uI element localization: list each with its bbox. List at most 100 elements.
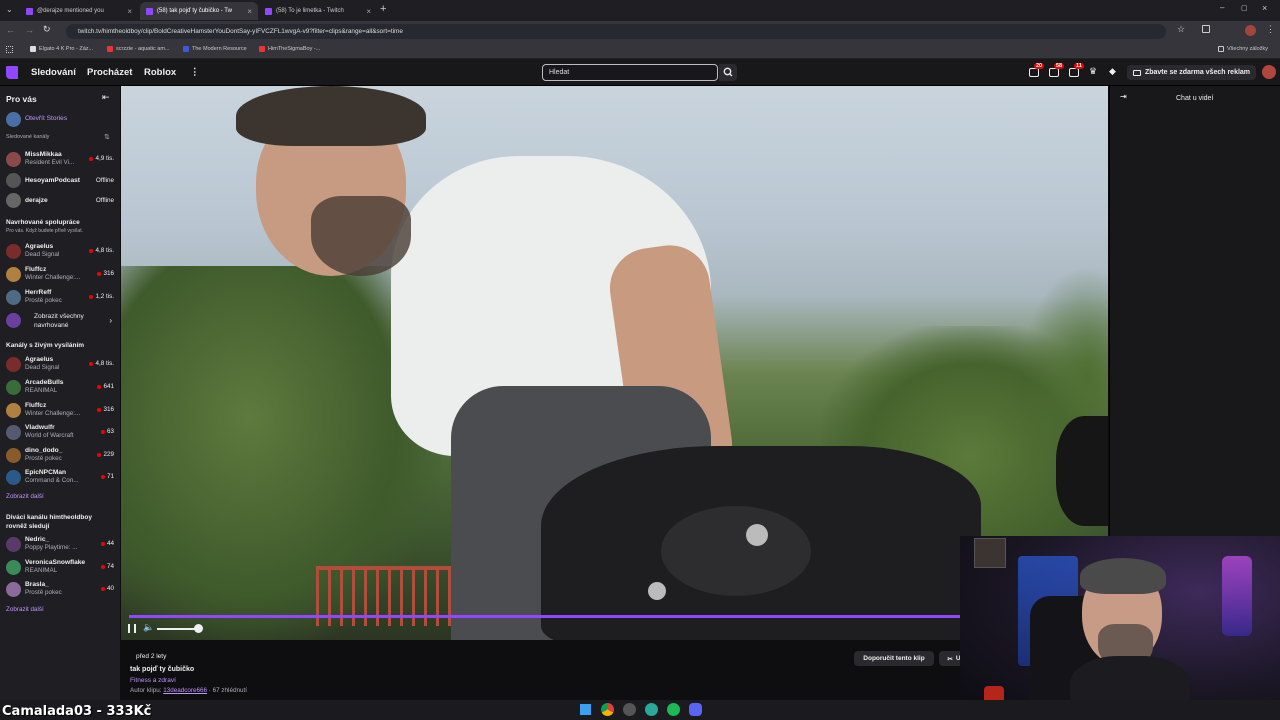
minimize-icon[interactable]: – [1220,3,1224,12]
back-icon[interactable]: ← [6,25,15,35]
sidebar-channel[interactable]: derajze Offline [0,190,120,212]
sidebar-channel[interactable]: ArcadeBulls REANIMAL 641 [0,377,120,399]
star-icon[interactable]: ☆ [1177,24,1185,35]
taskbar [0,700,1280,720]
recommend-clip-button[interactable]: Doporučit tento klip [854,651,934,666]
donation-overlay-text: Camalada03 - 333Kč [2,704,152,719]
avatar [6,112,21,127]
webcam-overlay [960,536,1280,720]
sidebar-channel[interactable]: VeronicaSnowflake REANIMAL 74 [0,557,120,579]
nav-roblox[interactable]: Roblox [144,67,176,78]
extensions-icon[interactable] [1202,25,1210,33]
channel-game: Prostě pokec [25,589,62,596]
new-tab-icon[interactable]: + [380,3,386,15]
clip-author-link[interactable]: 13deadcore666 [163,687,207,694]
twitch-logo-icon[interactable] [6,66,18,79]
viewer-count: 4,9 tis. [89,155,114,162]
sidebar-channel[interactable]: Fluffcz Winter Challenge:... 316 [0,400,120,422]
live-dot-icon [97,384,102,389]
stories-item[interactable]: Otevřít Stories [0,109,120,131]
url-input[interactable]: twitch.tv/himtheoldboy/clip/BoldCreative… [66,24,1166,39]
live-dot-icon [100,429,105,434]
sidebar-title: Pro vás [6,94,37,104]
viewer-count-label: 71 [106,473,114,480]
show-all-suggested[interactable]: Zobrazit všechny navrhované › [0,310,120,334]
live-dot-icon [97,407,102,412]
channel-name: dino_dodo_ [25,447,63,454]
viewer-count-label: 641 [103,383,114,390]
bookmark[interactable]: scrzzie - aquatic am... [107,46,170,52]
avatar[interactable] [1245,25,1256,36]
notifications-icon[interactable] [1069,68,1079,77]
discord-icon[interactable] [689,703,702,716]
prime-icon[interactable] [1029,68,1039,77]
window-close-icon[interactable]: × [1262,3,1267,13]
sidebar-channel[interactable]: Vladwulfr World of Warcraft 63 [0,422,120,444]
channel-game: Winter Challenge:... [25,410,81,417]
close-icon[interactable]: × [366,7,371,16]
app-icon[interactable] [623,703,636,716]
bookmark-label: HimTheSigmaBoy -... [268,46,321,52]
expand-icon[interactable]: ⇥ [1120,92,1127,101]
close-icon[interactable]: × [127,7,132,16]
forward-icon[interactable]: → [25,25,34,35]
nav-browse[interactable]: Procházet [87,67,132,78]
show-more-live[interactable]: Zobrazit další [6,493,44,500]
spotify-icon[interactable] [667,703,680,716]
volume-slider[interactable] [157,628,198,630]
channel-name: HesoyamPodcast [25,177,80,184]
all-bookmarks[interactable]: Všechny záložky [1218,46,1268,52]
avatar [6,560,21,575]
sidebar-channel[interactable]: HesoyamPodcast Offline [0,170,120,192]
user-avatar[interactable] [1262,65,1276,79]
search-button[interactable] [719,64,737,81]
browser-tab[interactable]: (58) To je limetka - Twitch × [259,2,377,20]
sidebar-channel[interactable]: Nedric_ Poppy Playtime: ... 44 [0,534,120,556]
menu-icon[interactable]: ⋮ [1266,24,1275,35]
bookmark[interactable]: HimTheSigmaBoy -... [259,46,320,52]
collab-header: Navrhované spolupráce [6,219,80,226]
show-more-viewers[interactable]: Zobrazit další [6,606,44,613]
maximize-icon[interactable]: ▢ [1241,4,1248,12]
seek-bar[interactable] [129,615,961,618]
chrome-icon[interactable] [601,703,614,716]
bits-icon[interactable]: ◆ [1109,66,1116,77]
collab-subtitle: Pro vás. Když budete přívě vysílat. [6,228,83,234]
live-dot-icon [100,541,105,546]
pause-icon[interactable] [128,624,136,633]
close-icon[interactable]: × [247,7,252,16]
sidebar-channel[interactable]: HerrReff Prostě pokec 1,2 tis. [0,287,120,309]
clip-category[interactable]: Fitness a zdraví [130,677,176,684]
search-input[interactable]: Hledat [542,64,718,81]
apps-icon[interactable] [6,46,13,53]
sidebar-channel[interactable]: Brasla_ Prostě pokec 40 [0,579,120,601]
volume-slider-handle[interactable] [193,624,203,633]
sidebar-channel[interactable]: dino_dodo_ Prostě pokec 229 [0,445,120,467]
browser-tab[interactable]: @derajze mentioned you × [20,2,138,20]
channel-game: REANIMAL [25,567,58,574]
collapse-icon[interactable]: ⇤ [102,92,110,103]
more-icon[interactable]: ⋮ [190,67,200,78]
sidebar-channel[interactable]: Agraelus Dead Signal 4,8 tis. [0,241,120,263]
black-object [1056,416,1108,526]
bookmark[interactable]: Elgato 4 K Pro - Záz... [30,46,93,52]
sort-icon[interactable]: ⇅ [104,133,110,141]
windows-start-icon[interactable] [580,704,591,715]
volume-icon[interactable]: 🔈 [143,622,154,633]
channel-name: derajze [25,197,48,204]
bookmark[interactable]: The Modern Resource [183,46,247,52]
sidebar-channel[interactable]: Agraelus Dead Signal 4,8 tis. [0,354,120,376]
tab-list-icon[interactable]: ⌄ [6,5,13,14]
sidebar-channel[interactable]: EpicNPCMan Command & Con... 71 [0,467,120,489]
channel-game: Poppy Playtime: ... [25,544,78,551]
browser-tab-active[interactable]: (58) tak pojď ty čubičko - Tw × [140,2,258,20]
crown-icon[interactable]: ♛ [1089,66,1097,77]
inbox-icon[interactable] [1049,68,1059,77]
reload-icon[interactable]: ↻ [43,24,51,35]
sidebar-channel[interactable]: Fluffcz Winter Challenge:... 316 [0,264,120,286]
channel-name: MissMikkaa [25,151,62,158]
turbo-button[interactable]: Zbavte se zdarma všech reklam [1127,65,1256,80]
sidebar-channel[interactable]: MissMikkaa Resident Evil Vi... 4,9 tis. [0,149,120,171]
nav-following[interactable]: Sledování [31,67,76,78]
app-icon[interactable] [645,703,658,716]
